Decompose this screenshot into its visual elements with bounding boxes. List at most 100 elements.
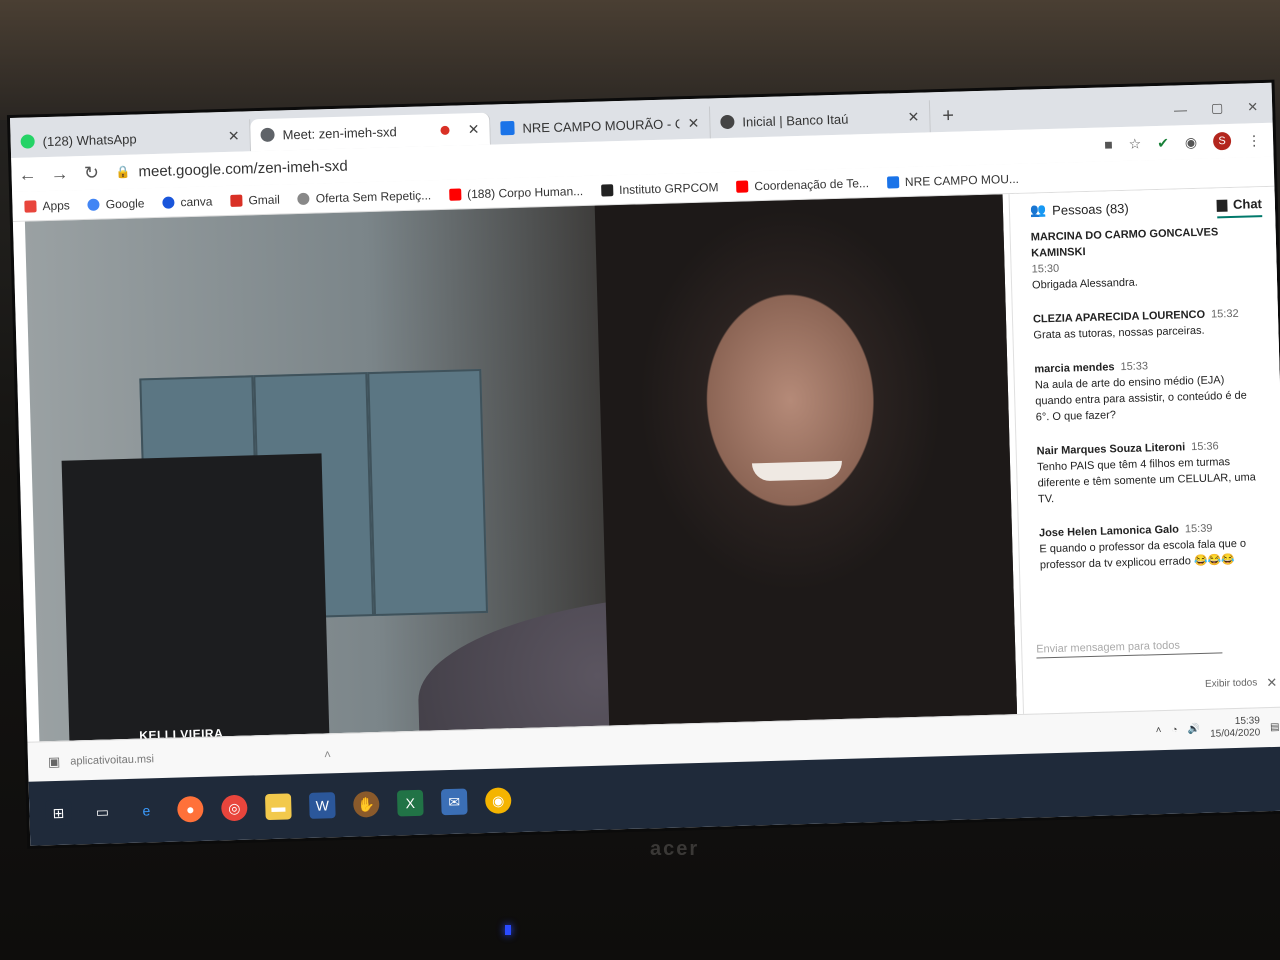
mail-icon[interactable]: ✉ bbox=[440, 788, 468, 816]
firefox-icon[interactable]: ● bbox=[177, 795, 204, 823]
google-icon bbox=[87, 198, 100, 211]
message-time: 15:30 bbox=[1031, 262, 1060, 276]
bookmark-grpcom[interactable]: Instituto GRPCOM bbox=[600, 180, 719, 197]
message-time: 15:39 bbox=[1184, 522, 1213, 536]
meet-icon bbox=[260, 127, 275, 143]
close-icon[interactable]: ✕ bbox=[228, 127, 240, 144]
menu-icon[interactable]: ⋮ bbox=[1247, 132, 1261, 149]
canva-icon bbox=[162, 195, 175, 209]
toolbar-actions: ■ ☆ ✔ ◉ S ⋮ bbox=[1104, 131, 1273, 154]
chat-input[interactable]: Enviar mensagem para todos bbox=[1036, 638, 1223, 659]
classroom-icon bbox=[500, 120, 515, 136]
bookmark-coordenacao[interactable]: Coordenação de Te... bbox=[736, 176, 869, 194]
edge-icon[interactable]: e bbox=[133, 797, 160, 824]
chevron-up-icon[interactable]: ˄ bbox=[324, 747, 331, 761]
profile-avatar[interactable]: S bbox=[1212, 131, 1232, 151]
message-time: 15:33 bbox=[1120, 360, 1149, 374]
show-all-link[interactable]: Exibir todos bbox=[1205, 677, 1258, 689]
chat-message: marcia mendes 15:33 Na aula de arte do en… bbox=[1034, 355, 1264, 425]
network-icon[interactable]: ◔ bbox=[1171, 724, 1177, 735]
message-sender: Jose Helen Lamonica Galo bbox=[1038, 523, 1180, 540]
classroom-icon bbox=[886, 175, 900, 189]
gmail-icon bbox=[230, 194, 243, 207]
chat-message: Nair Marques Souza Literoni 15:36 Tenho P… bbox=[1036, 437, 1266, 507]
message-text: Tenho PAIS que têm 4 filhos em turmas di… bbox=[1036, 456, 1256, 506]
recording-icon bbox=[440, 125, 450, 135]
bookmark-apps[interactable]: Apps bbox=[24, 198, 70, 213]
grpcom-icon bbox=[600, 183, 614, 197]
bookmark-canva[interactable]: canva bbox=[162, 194, 213, 209]
close-icon[interactable]: ✕ bbox=[907, 108, 919, 125]
file-explorer-icon[interactable]: ▬ bbox=[264, 793, 292, 821]
maximize-icon[interactable]: ▢ bbox=[1211, 100, 1224, 116]
app-icon[interactable]: ✋ bbox=[352, 790, 380, 818]
download-filename[interactable]: aplicativoitau.msi bbox=[70, 753, 154, 767]
tab-label: Inicial | Banco Itaú bbox=[742, 111, 849, 130]
tab-label: Meet: zen-imeh-sxd bbox=[282, 123, 397, 142]
brand-logo: acer bbox=[650, 838, 700, 860]
reload-icon[interactable]: ↻ bbox=[75, 162, 108, 184]
windows-start-icon[interactable]: ⊞ bbox=[45, 799, 72, 827]
extension-icon[interactable]: ✔ bbox=[1157, 134, 1169, 151]
close-icon[interactable]: ✕ bbox=[1266, 675, 1277, 691]
close-icon[interactable]: ✕ bbox=[687, 114, 699, 131]
chat-message: Jose Helen Lamonica Galo 15:39 E quando o… bbox=[1039, 519, 1268, 573]
bookmark-youtube-corpo[interactable]: (188) Corpo Human... bbox=[448, 184, 583, 202]
minimize-icon[interactable]: — bbox=[1174, 102, 1187, 117]
youtube-icon bbox=[448, 187, 462, 201]
close-window-icon[interactable]: ✕ bbox=[1247, 99, 1258, 115]
chrome-icon[interactable]: ◎ bbox=[220, 794, 248, 822]
new-tab-button[interactable]: + bbox=[930, 99, 967, 132]
tab-label: (128) WhatsApp bbox=[42, 130, 137, 149]
participant-smile bbox=[751, 460, 843, 482]
volume-icon[interactable]: 🔊 bbox=[1187, 724, 1200, 735]
message-text: Na aula de arte do ensino médio (EJA) qu… bbox=[1034, 374, 1248, 424]
participant-video[interactable]: KELLI VIEIRA bbox=[24, 194, 1018, 742]
laptop-screen: (128) WhatsApp ✕ Meet: zen-imeh-sxd ✕ NR… bbox=[10, 82, 1280, 846]
globe-icon bbox=[720, 114, 735, 130]
site-icon bbox=[297, 192, 310, 205]
chevron-up-icon[interactable]: ˄ bbox=[1156, 725, 1162, 736]
meet-area: KELLI VIEIRA 👥 Pessoas (83) ▆ Chat MARCINA… bbox=[12, 186, 1280, 742]
chat-messages: MARCINA DO CARMO GONCALVES KAMINSKI 15:3… bbox=[1010, 217, 1280, 574]
tab-chat[interactable]: ▆ Chat bbox=[1216, 196, 1263, 219]
bookmark-google[interactable]: Google bbox=[87, 196, 145, 212]
camera-icon[interactable]: ■ bbox=[1104, 136, 1113, 152]
extension-icon[interactable]: ◉ bbox=[1185, 133, 1198, 150]
message-time: 15:32 bbox=[1210, 307, 1239, 321]
chrome-canary-icon[interactable]: ◉ bbox=[484, 787, 512, 814]
star-icon[interactable]: ☆ bbox=[1128, 135, 1141, 152]
clock[interactable]: 15:39 15/04/2020 bbox=[1210, 715, 1261, 740]
close-icon[interactable]: ✕ bbox=[468, 120, 480, 137]
whatsapp-icon bbox=[20, 134, 35, 149]
tab-people[interactable]: 👥 Pessoas (83) bbox=[1029, 200, 1129, 224]
bookmark-nre[interactable]: NRE CAMPO MOU... bbox=[886, 171, 1019, 189]
bookmark-gmail[interactable]: Gmail bbox=[230, 192, 280, 207]
lock-icon: 🔒 bbox=[115, 164, 131, 180]
system-tray: ˄ ◔ 🔊 15:39 15/04/2020 ▤ bbox=[1155, 715, 1280, 742]
participant-face bbox=[594, 194, 1018, 726]
office-monitor bbox=[61, 453, 330, 741]
back-arrow-icon[interactable]: ← bbox=[11, 164, 44, 186]
bookmark-oferta[interactable]: Oferta Sem Repetiç... bbox=[297, 188, 431, 206]
message-text: E quando o professor da escola fala que … bbox=[1039, 537, 1247, 572]
file-icon: ▣ bbox=[47, 753, 61, 769]
message-text: Obrigada Alessandra. bbox=[1031, 276, 1138, 292]
notifications-icon[interactable]: ▤ bbox=[1270, 721, 1280, 732]
forward-arrow-icon[interactable]: → bbox=[43, 163, 76, 185]
excel-icon[interactable]: X bbox=[396, 789, 424, 817]
message-sender: MARCINA DO CARMO GONCALVES KAMINSKI bbox=[1030, 226, 1219, 260]
window-controls: — ▢ ✕ bbox=[1160, 91, 1273, 126]
apps-grid-icon bbox=[24, 199, 37, 213]
people-icon: 👥 bbox=[1029, 202, 1047, 218]
chat-icon: ▆ bbox=[1216, 196, 1228, 212]
chat-message: CLEZIA APARECIDA LOURENCO 15:32 Grata as … bbox=[1033, 305, 1262, 343]
filing-cabinet bbox=[367, 368, 489, 617]
task-view-icon[interactable]: ▭ bbox=[89, 798, 116, 825]
power-led bbox=[505, 925, 511, 935]
clock-date: 15/04/2020 bbox=[1210, 727, 1261, 740]
word-icon[interactable]: W bbox=[308, 792, 336, 819]
url-text: meet.google.com/zen-imeh-sxd bbox=[138, 157, 348, 180]
chat-message: MARCINA DO CARMO GONCALVES KAMINSKI 15:3… bbox=[1031, 223, 1261, 293]
message-sender: marcia mendes bbox=[1034, 361, 1115, 376]
